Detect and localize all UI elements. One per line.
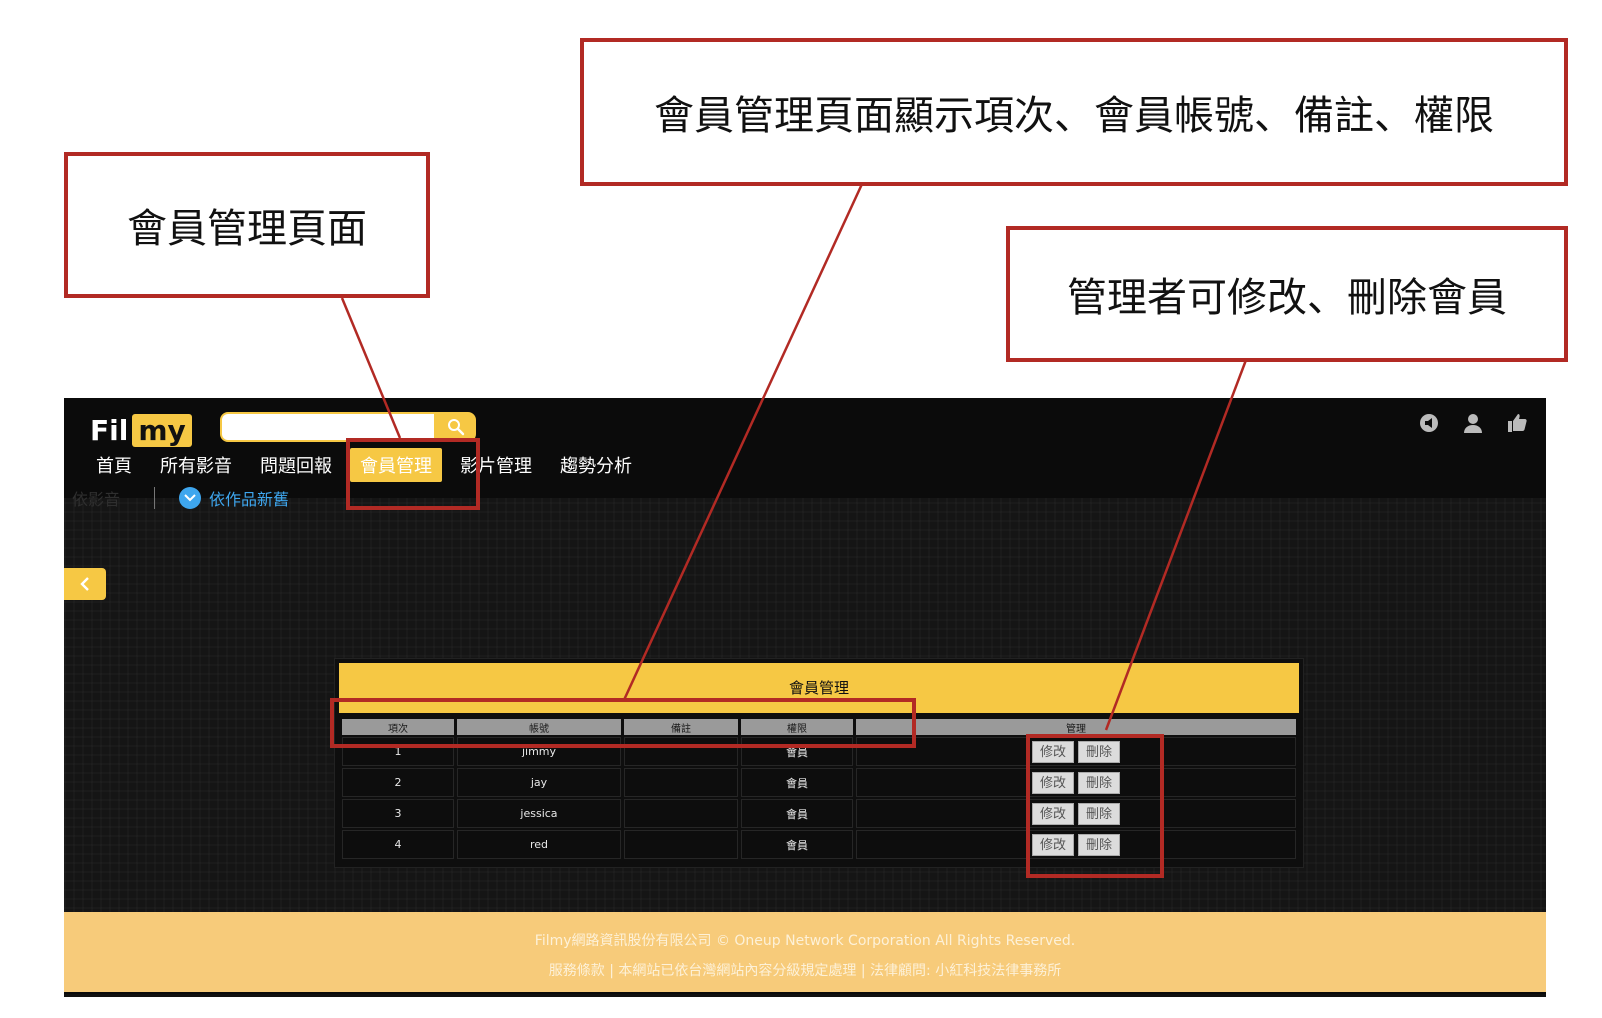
highlight-action-buttons: [1026, 734, 1164, 878]
callout-actions: 管理者可修改、刪除會員: [1006, 226, 1568, 362]
callout-page: 會員管理頁面: [64, 152, 430, 298]
highlight-table-headers: [330, 698, 916, 748]
highlight-nav-member: [346, 438, 480, 510]
callout-columns: 會員管理頁面顯示項次、會員帳號、備註、權限: [580, 38, 1568, 186]
